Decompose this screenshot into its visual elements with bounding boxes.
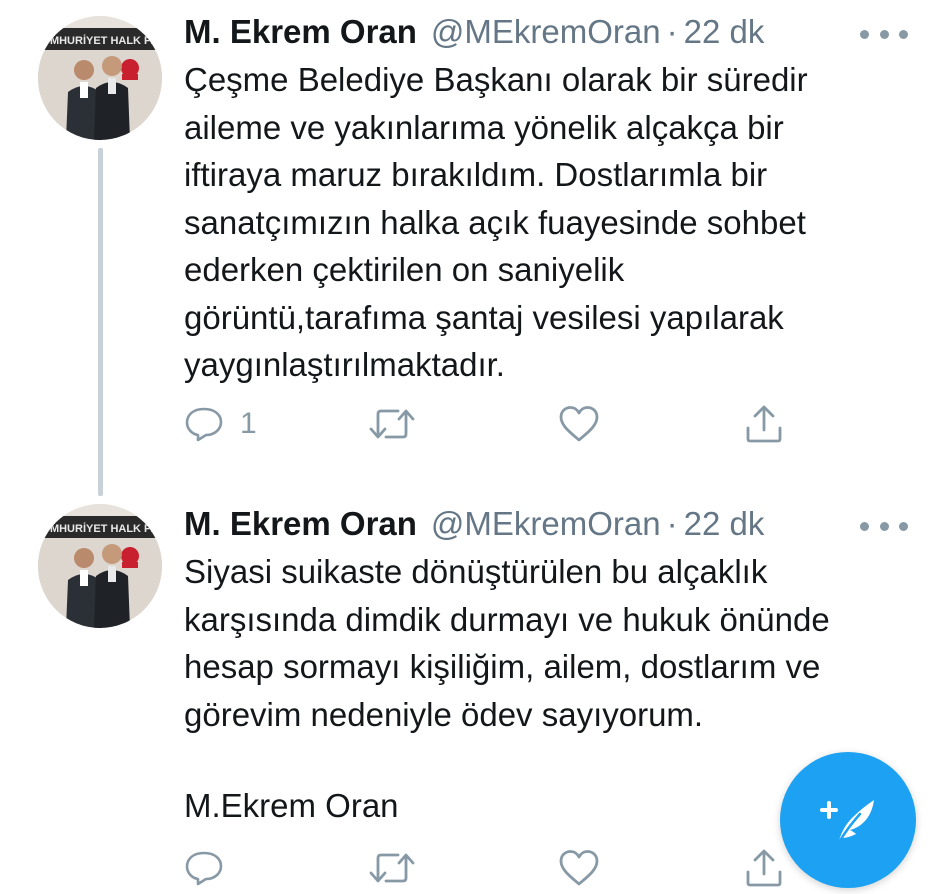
retweet-icon [369,409,415,439]
tweet-text-line: aileme ve yakınlarıma yönelik alçakça bi… [184,108,784,146]
tweet-text-line: görevim nedeniyle ödev sayıyorum. [184,695,704,733]
avatar-photo: UMHURİYET HALK PA [38,504,162,628]
separator-dot: · [666,505,678,542]
share-button[interactable] [744,846,784,890]
avatar-banner-text: UMHURİYET HALK PA [42,522,159,535]
author-handle[interactable]: @MEkremOran [431,13,661,51]
retweet-icon [369,853,415,883]
avatar-banner-text: UMHURİYET HALK PA [42,34,159,47]
tweet-signature: M.Ekrem Oran [184,787,399,824]
more-dot [899,29,908,39]
heart-icon [559,850,599,886]
tweet-timestamp[interactable]: 22 dk [684,13,765,51]
tweet-text-line: Çeşme Belediye Başkanı olarak bir süredi… [184,61,808,98]
compose-feather-icon [820,800,874,850]
tweet-text-line: iftiraya maruz bırakıldım. Dostlarımla b… [184,156,768,193]
thread-connector-line [98,148,103,496]
like-button[interactable] [558,402,600,446]
tweet-text: Çeşme Belediye Başkanı olarak bir süredi… [184,56,924,389]
separator-dot: · [666,13,678,50]
retweet-button[interactable] [368,402,416,446]
tweet-text-line: karşısında dimdik durmayı ve hukuk önünd… [184,600,830,638]
tweet-text-line: ederken çektirilen on saniyelik [184,251,625,288]
more-dot [899,521,908,531]
share-icon [746,405,782,443]
author-name[interactable]: M. Ekrem Oran [184,13,417,51]
compose-tweet-button[interactable] [780,752,916,888]
share-icon [746,849,782,887]
tweet-timestamp[interactable]: 22 dk [684,505,765,543]
tweet-text-line: hesap sormayı kişiliğim, ailem, dostları… [184,648,821,685]
avatar[interactable]: UMHURİYET HALK PA [38,504,162,628]
more-dot [860,29,869,39]
tweet-actions [184,846,824,890]
tweet-text-line: görüntü,tarafıma şantaj vesilesi yapılar… [184,298,784,336]
like-button[interactable] [558,846,600,890]
more-dots-icon[interactable] [860,24,908,44]
reply-icon [185,851,223,886]
heart-icon [559,406,599,442]
avatar-photo: UMHURİYET HALK PA [38,16,162,140]
tweet-actions: 1 [184,402,824,446]
tweet-text-line: Siyasi suikaste dönüştürülen bu alçaklık [184,553,768,590]
more-dot [860,521,869,531]
retweet-button[interactable] [368,846,416,890]
tweet-1[interactable]: UMHURİYET HALK PA M. Ekrem Oran @MEkremO… [0,0,946,496]
reply-button[interactable]: 1 [184,402,257,446]
author-name[interactable]: M. Ekrem Oran [184,505,417,543]
more-dot [879,29,889,39]
tweet-text: Siyasi suikaste dönüştürülen bu alçaklık… [184,548,924,738]
more-dots-icon[interactable] [860,516,908,536]
tweet-text-line: sanatçımızın halka açık fuayesinde sohbe… [184,203,806,241]
share-button[interactable] [744,402,784,446]
author-handle[interactable]: @MEkremOran [431,505,661,543]
reply-icon [185,407,223,442]
tweet-text-line: yaygınlaştırılmaktadır. [184,346,505,383]
tweet-header: M. Ekrem Oran @MEkremOran · 22 dk [184,10,764,54]
reply-count: 1 [240,407,257,440]
avatar[interactable]: UMHURİYET HALK PA [38,16,162,140]
reply-button[interactable] [184,846,240,890]
tweet-header: M. Ekrem Oran @MEkremOran · 22 dk [184,502,764,546]
more-dot [879,521,889,531]
